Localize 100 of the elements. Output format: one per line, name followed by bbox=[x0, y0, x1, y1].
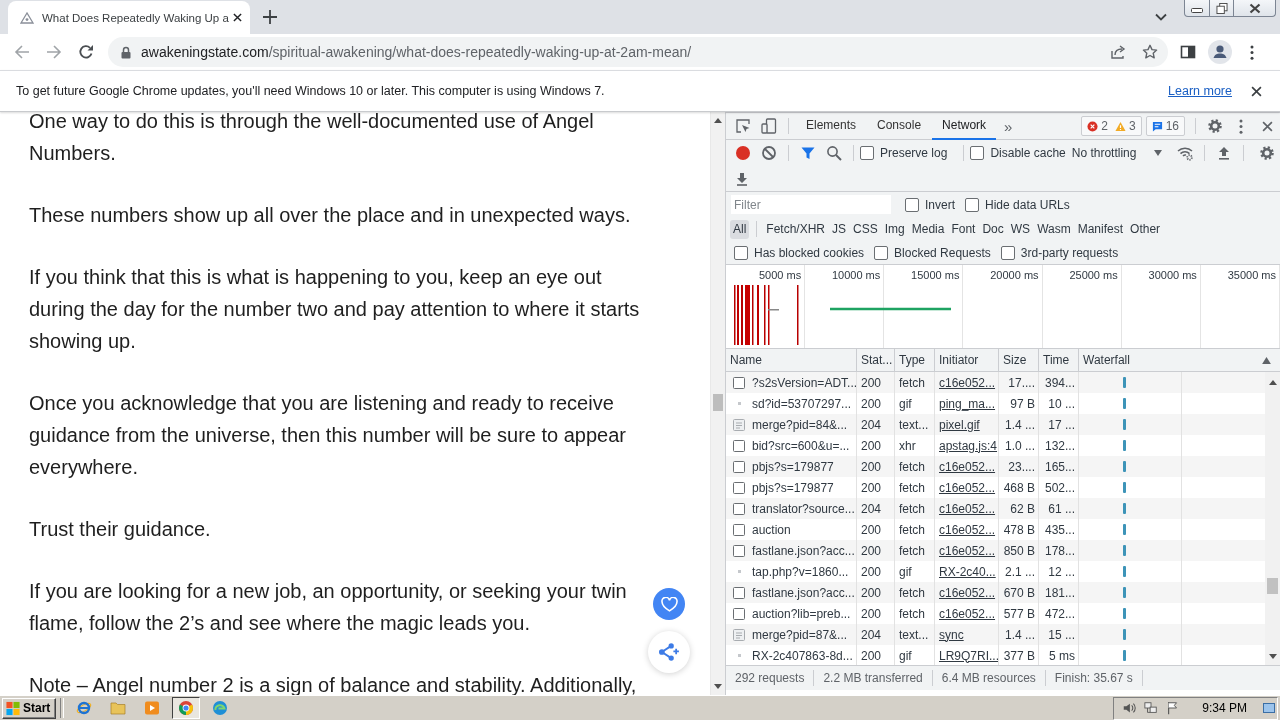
type-filter-button[interactable]: All bbox=[730, 219, 750, 239]
initiator-link[interactable]: LR9Q7RI... bbox=[939, 648, 998, 663]
share-button[interactable] bbox=[648, 631, 690, 673]
initiator-link[interactable]: ping_ma... bbox=[939, 396, 996, 411]
close-icon[interactable] bbox=[1251, 85, 1262, 97]
browser-tab[interactable]: What Does Repeatedly Waking Up a bbox=[8, 1, 250, 34]
checkbox-option[interactable]: Preserve log bbox=[860, 146, 948, 160]
scroll-down-icon[interactable] bbox=[1268, 654, 1277, 659]
close-icon[interactable] bbox=[232, 13, 242, 22]
request-name: pbjs?s=179877 bbox=[752, 480, 834, 495]
taskbar-button[interactable] bbox=[172, 697, 201, 719]
minimize-button[interactable] bbox=[1184, 0, 1210, 17]
issues-button[interactable]: 2 3 bbox=[1081, 116, 1142, 136]
messages-button[interactable]: 16 bbox=[1145, 116, 1185, 136]
clock[interactable]: 9:34 PM bbox=[1202, 701, 1247, 715]
initiator-link[interactable]: c16e052... bbox=[939, 501, 996, 516]
column-header[interactable]: Time bbox=[1043, 353, 1070, 367]
request-row[interactable]: fastlane.json?acc... 200 fetch c16e052... 850 B 178... bbox=[726, 540, 1265, 561]
profile-button[interactable] bbox=[1206, 38, 1234, 66]
devtools-tab[interactable]: Elements bbox=[796, 112, 867, 140]
chevron-down-icon[interactable] bbox=[1155, 13, 1167, 21]
type-filter-button[interactable]: Img bbox=[881, 219, 908, 239]
start-button[interactable]: Start bbox=[2, 697, 57, 719]
scrollbar-thumb[interactable] bbox=[713, 394, 723, 411]
column-header[interactable]: Size bbox=[1003, 353, 1027, 367]
initiator-link[interactable]: c16e052... bbox=[939, 459, 996, 474]
plus-icon[interactable] bbox=[263, 10, 277, 24]
learn-more-link[interactable]: Learn more bbox=[1168, 84, 1232, 98]
more-tabs-button[interactable]: » bbox=[996, 114, 1021, 138]
column-header[interactable]: Waterfall bbox=[1083, 353, 1130, 367]
scroll-up-icon[interactable] bbox=[1268, 380, 1277, 385]
checkbox[interactable] bbox=[860, 146, 874, 160]
checkbox[interactable] bbox=[874, 245, 889, 260]
initiator-link[interactable]: c16e052... bbox=[939, 585, 996, 600]
initiator-link[interactable]: c16e052... bbox=[939, 543, 996, 558]
initiator-link[interactable]: sync bbox=[939, 627, 964, 642]
type-filter-button[interactable]: WS bbox=[1007, 219, 1034, 239]
scroll-up-icon[interactable] bbox=[714, 118, 722, 123]
wifi-settings-icon bbox=[1177, 145, 1194, 161]
request-row[interactable]: ?s2sVersion=ADT... 200 fetch c16e052... 17.... 394... bbox=[726, 372, 1265, 393]
scrollbar[interactable] bbox=[710, 112, 725, 695]
throttling-dropdown[interactable]: No throttling bbox=[1071, 146, 1163, 160]
checkbox-option[interactable]: 3rd-party requests bbox=[1000, 245, 1119, 260]
share-icon bbox=[658, 642, 680, 662]
network-icon[interactable] bbox=[1144, 701, 1159, 715]
url-text: awakeningstate.com/spiritual-awakening/what-does-repeatedly-waking-up-at-2am-mean/ bbox=[141, 44, 692, 60]
initiator-link[interactable]: pixel.gif bbox=[939, 417, 980, 432]
waterfall-bar bbox=[1123, 608, 1126, 619]
status-cell: 204 bbox=[857, 498, 895, 519]
scrollbar[interactable] bbox=[1265, 372, 1280, 665]
type-filter-button[interactable]: CSS bbox=[850, 219, 881, 239]
type-filter-button[interactable]: Wasm bbox=[1034, 219, 1074, 239]
address-bar[interactable]: awakeningstate.com/spiritual-awakening/what-does-repeatedly-waking-up-at-2am-mean/ bbox=[108, 37, 1168, 67]
initiator-link[interactable]: c16e052... bbox=[939, 480, 996, 495]
initiator-link[interactable]: c16e052... bbox=[939, 375, 996, 390]
checkbox[interactable] bbox=[965, 197, 979, 212]
request-row[interactable]: merge?pid=87&... 204 text... sync 1.4 ... 15 ... bbox=[726, 624, 1265, 645]
type-filter-button[interactable]: Fetch/XHR bbox=[763, 219, 829, 239]
request-row[interactable]: translator?source... 204 fetch c16e052... 62 B 61 ... bbox=[726, 498, 1265, 519]
show-desktop-icon[interactable] bbox=[1263, 703, 1275, 713]
initiator-link[interactable]: apstag.js:4 bbox=[939, 438, 998, 453]
type-filter-button[interactable]: Font bbox=[948, 219, 979, 239]
devtools-tab[interactable]: Console bbox=[867, 112, 932, 140]
checkbox-option[interactable]: Disable cache bbox=[970, 146, 1066, 160]
request-row[interactable]: fastlane.json?acc... 200 fetch c16e052... 670 B 181... bbox=[726, 582, 1265, 603]
checkbox-option[interactable]: Blocked Requests bbox=[874, 245, 991, 260]
close-window-button[interactable] bbox=[1234, 0, 1276, 17]
column-header[interactable]: Type bbox=[899, 353, 925, 367]
restore-button[interactable] bbox=[1210, 0, 1234, 17]
request-row[interactable]: merge?pid=84&... 204 text... pixel.gif 1.4 ... 17 ... bbox=[726, 414, 1265, 435]
initiator-link[interactable]: c16e052... bbox=[939, 606, 996, 621]
type-cell: text... bbox=[895, 414, 935, 435]
type-filter-button[interactable]: Other bbox=[1127, 219, 1164, 239]
column-header[interactable]: Initiator bbox=[939, 353, 979, 367]
speaker-icon[interactable] bbox=[1122, 701, 1137, 715]
type-filter-button[interactable]: Media bbox=[908, 219, 948, 239]
checkbox[interactable] bbox=[905, 197, 919, 212]
sort-up-icon[interactable] bbox=[1262, 356, 1271, 364]
checkbox-option[interactable]: Hide data URLs bbox=[965, 197, 1070, 212]
column-header[interactable]: Name bbox=[730, 353, 762, 367]
like-button[interactable] bbox=[653, 588, 685, 620]
type-filter-button[interactable]: Manifest bbox=[1074, 219, 1127, 239]
request-row[interactable]: pbjs?s=179877 200 fetch c16e052... 23.... 165... bbox=[726, 456, 1265, 477]
checkbox-option[interactable]: Invert bbox=[905, 197, 955, 212]
type-filter-button[interactable]: Doc bbox=[979, 219, 1007, 239]
file-icon bbox=[733, 439, 745, 452]
type-filter-button[interactable]: JS bbox=[829, 219, 850, 239]
checkbox[interactable] bbox=[970, 146, 985, 160]
initiator-link[interactable]: c16e052... bbox=[939, 522, 996, 537]
scrollbar-thumb[interactable] bbox=[1267, 578, 1278, 594]
status-cell: 200 bbox=[857, 582, 895, 603]
initiator-link[interactable]: RX-2c40... bbox=[939, 564, 996, 579]
checkbox[interactable] bbox=[1000, 245, 1015, 260]
scroll-down-icon[interactable] bbox=[714, 684, 722, 689]
flag-icon[interactable] bbox=[1166, 701, 1181, 715]
column-header[interactable]: Stat... bbox=[861, 353, 893, 367]
filter-field[interactable]: Filter bbox=[731, 195, 891, 214]
avatar-icon bbox=[1208, 40, 1232, 64]
checkbox-option[interactable]: Has blocked cookies bbox=[734, 245, 865, 260]
checkbox[interactable] bbox=[734, 245, 748, 260]
